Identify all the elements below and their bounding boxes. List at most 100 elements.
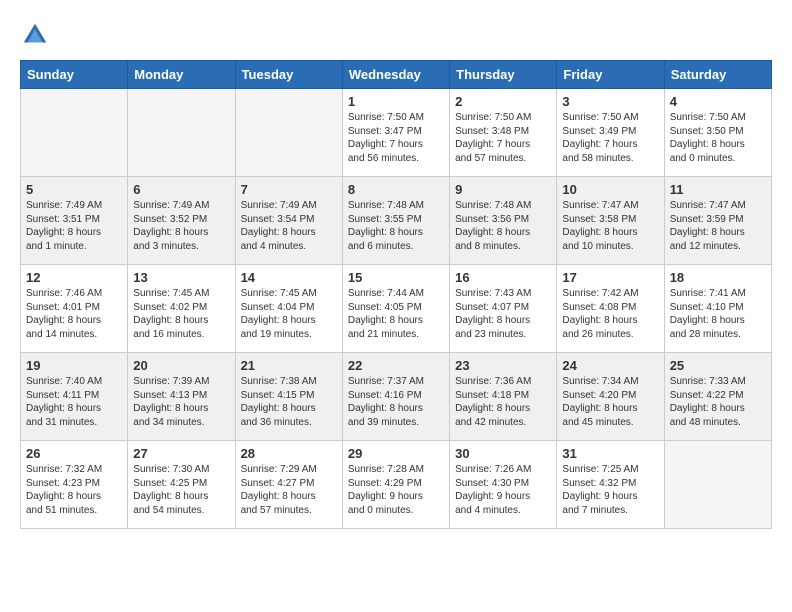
page: SundayMondayTuesdayWednesdayThursdayFrid… xyxy=(0,0,792,539)
logo xyxy=(20,20,54,50)
calendar-cell: 18 Sunrise: 7:41 AM Sunset: 4:10 PM Dayli… xyxy=(664,265,771,353)
day-info: Sunrise: 7:50 AM Sunset: 3:47 PM Dayligh… xyxy=(348,111,444,165)
calendar-cell: 2Sunrise: 7:50 AM Sunset: 3:48 PM Daylig… xyxy=(450,89,557,177)
calendar-cell: 8Sunrise: 7:48 AM Sunset: 3:55 PM Daylig… xyxy=(342,177,449,265)
day-number: 27 xyxy=(133,446,229,461)
calendar-header-row: SundayMondayTuesdayWednesdayThursdayFrid… xyxy=(21,61,772,89)
day-number: 17 xyxy=(562,270,658,285)
calendar: SundayMondayTuesdayWednesdayThursdayFrid… xyxy=(20,60,772,529)
day-number: 5 xyxy=(26,182,122,197)
day-number: 7 xyxy=(241,182,337,197)
day-number: 20 xyxy=(133,358,229,373)
calendar-cell: 3 Sunrise: 7:50 AM Sunset: 3:49 PM Daylig… xyxy=(557,89,664,177)
calendar-cell: 27 Sunrise: 7:30 AM Sunset: 4:25 PM Dayli… xyxy=(128,441,235,529)
day-info: Sunrise: 7:28 AM Sunset: 4:29 PM Dayligh… xyxy=(348,463,444,517)
day-info: Sunrise: 7:40 AM Sunset: 4:11 PM Dayligh… xyxy=(26,375,122,429)
day-info: Sunrise: 7:34 AM Sunset: 4:20 PM Dayligh… xyxy=(562,375,658,429)
day-info: Sunrise: 7:26 AM Sunset: 4:30 PM Dayligh… xyxy=(455,463,551,517)
calendar-cell: 23Sunrise: 7:36 AM Sunset: 4:18 PM Dayli… xyxy=(450,353,557,441)
day-info: Sunrise: 7:47 AM Sunset: 3:59 PM Dayligh… xyxy=(670,199,766,253)
calendar-cell: 16 Sunrise: 7:43 AM Sunset: 4:07 PM Dayli… xyxy=(450,265,557,353)
day-number: 10 xyxy=(562,182,658,197)
calendar-cell: 11 Sunrise: 7:47 AM Sunset: 3:59 PM Dayli… xyxy=(664,177,771,265)
day-number: 22 xyxy=(348,358,444,373)
day-info: Sunrise: 7:50 AM Sunset: 3:49 PM Dayligh… xyxy=(562,111,658,165)
day-info: Sunrise: 7:44 AM Sunset: 4:05 PM Dayligh… xyxy=(348,287,444,341)
calendar-header-monday: Monday xyxy=(128,61,235,89)
calendar-header-sunday: Sunday xyxy=(21,61,128,89)
calendar-cell: 17 Sunrise: 7:42 AM Sunset: 4:08 PM Dayli… xyxy=(557,265,664,353)
calendar-cell: 13Sunrise: 7:45 AM Sunset: 4:02 PM Dayli… xyxy=(128,265,235,353)
calendar-cell xyxy=(235,89,342,177)
calendar-cell: 20 Sunrise: 7:39 AM Sunset: 4:13 PM Dayli… xyxy=(128,353,235,441)
day-info: Sunrise: 7:45 AM Sunset: 4:02 PM Dayligh… xyxy=(133,287,229,341)
day-number: 30 xyxy=(455,446,551,461)
day-number: 21 xyxy=(241,358,337,373)
calendar-week-2: 12 Sunrise: 7:46 AM Sunset: 4:01 PM Dayli… xyxy=(21,265,772,353)
calendar-cell: 31Sunrise: 7:25 AM Sunset: 4:32 PM Dayli… xyxy=(557,441,664,529)
header xyxy=(20,20,772,50)
day-info: Sunrise: 7:33 AM Sunset: 4:22 PM Dayligh… xyxy=(670,375,766,429)
day-number: 29 xyxy=(348,446,444,461)
day-info: Sunrise: 7:45 AM Sunset: 4:04 PM Dayligh… xyxy=(241,287,337,341)
day-info: Sunrise: 7:48 AM Sunset: 3:56 PM Dayligh… xyxy=(455,199,551,253)
calendar-header-tuesday: Tuesday xyxy=(235,61,342,89)
day-number: 12 xyxy=(26,270,122,285)
day-info: Sunrise: 7:39 AM Sunset: 4:13 PM Dayligh… xyxy=(133,375,229,429)
day-info: Sunrise: 7:43 AM Sunset: 4:07 PM Dayligh… xyxy=(455,287,551,341)
day-info: Sunrise: 7:30 AM Sunset: 4:25 PM Dayligh… xyxy=(133,463,229,517)
day-info: Sunrise: 7:32 AM Sunset: 4:23 PM Dayligh… xyxy=(26,463,122,517)
day-number: 31 xyxy=(562,446,658,461)
calendar-cell: 1 Sunrise: 7:50 AM Sunset: 3:47 PM Daylig… xyxy=(342,89,449,177)
calendar-cell: 30 Sunrise: 7:26 AM Sunset: 4:30 PM Dayli… xyxy=(450,441,557,529)
calendar-cell: 10Sunrise: 7:47 AM Sunset: 3:58 PM Dayli… xyxy=(557,177,664,265)
day-info: Sunrise: 7:48 AM Sunset: 3:55 PM Dayligh… xyxy=(348,199,444,253)
calendar-header-saturday: Saturday xyxy=(664,61,771,89)
calendar-cell: 7Sunrise: 7:49 AM Sunset: 3:54 PM Daylig… xyxy=(235,177,342,265)
day-info: Sunrise: 7:46 AM Sunset: 4:01 PM Dayligh… xyxy=(26,287,122,341)
calendar-cell: 26Sunrise: 7:32 AM Sunset: 4:23 PM Dayli… xyxy=(21,441,128,529)
day-info: Sunrise: 7:37 AM Sunset: 4:16 PM Dayligh… xyxy=(348,375,444,429)
calendar-cell: 19 Sunrise: 7:40 AM Sunset: 4:11 PM Dayli… xyxy=(21,353,128,441)
calendar-header-friday: Friday xyxy=(557,61,664,89)
calendar-week-0: 1 Sunrise: 7:50 AM Sunset: 3:47 PM Daylig… xyxy=(21,89,772,177)
day-number: 6 xyxy=(133,182,229,197)
day-number: 9 xyxy=(455,182,551,197)
calendar-cell: 22 Sunrise: 7:37 AM Sunset: 4:16 PM Dayli… xyxy=(342,353,449,441)
day-number: 14 xyxy=(241,270,337,285)
day-info: Sunrise: 7:42 AM Sunset: 4:08 PM Dayligh… xyxy=(562,287,658,341)
calendar-cell: 15 Sunrise: 7:44 AM Sunset: 4:05 PM Dayli… xyxy=(342,265,449,353)
calendar-cell: 21 Sunrise: 7:38 AM Sunset: 4:15 PM Dayli… xyxy=(235,353,342,441)
calendar-cell: 25 Sunrise: 7:33 AM Sunset: 4:22 PM Dayli… xyxy=(664,353,771,441)
day-number: 1 xyxy=(348,94,444,109)
day-info: Sunrise: 7:38 AM Sunset: 4:15 PM Dayligh… xyxy=(241,375,337,429)
day-number: 18 xyxy=(670,270,766,285)
day-number: 4 xyxy=(670,94,766,109)
calendar-cell: 5 Sunrise: 7:49 AM Sunset: 3:51 PM Daylig… xyxy=(21,177,128,265)
day-number: 2 xyxy=(455,94,551,109)
day-number: 11 xyxy=(670,182,766,197)
calendar-header-wednesday: Wednesday xyxy=(342,61,449,89)
day-number: 28 xyxy=(241,446,337,461)
day-info: Sunrise: 7:41 AM Sunset: 4:10 PM Dayligh… xyxy=(670,287,766,341)
day-number: 25 xyxy=(670,358,766,373)
calendar-week-3: 19 Sunrise: 7:40 AM Sunset: 4:11 PM Dayli… xyxy=(21,353,772,441)
calendar-header-thursday: Thursday xyxy=(450,61,557,89)
day-info: Sunrise: 7:29 AM Sunset: 4:27 PM Dayligh… xyxy=(241,463,337,517)
calendar-week-4: 26Sunrise: 7:32 AM Sunset: 4:23 PM Dayli… xyxy=(21,441,772,529)
day-number: 15 xyxy=(348,270,444,285)
day-number: 16 xyxy=(455,270,551,285)
calendar-week-1: 5 Sunrise: 7:49 AM Sunset: 3:51 PM Daylig… xyxy=(21,177,772,265)
calendar-cell: 9 Sunrise: 7:48 AM Sunset: 3:56 PM Daylig… xyxy=(450,177,557,265)
calendar-cell: 28 Sunrise: 7:29 AM Sunset: 4:27 PM Dayli… xyxy=(235,441,342,529)
day-number: 19 xyxy=(26,358,122,373)
calendar-cell: 12 Sunrise: 7:46 AM Sunset: 4:01 PM Dayli… xyxy=(21,265,128,353)
day-info: Sunrise: 7:36 AM Sunset: 4:18 PM Dayligh… xyxy=(455,375,551,429)
calendar-cell xyxy=(21,89,128,177)
day-info: Sunrise: 7:49 AM Sunset: 3:51 PM Dayligh… xyxy=(26,199,122,253)
logo-icon xyxy=(20,20,50,50)
day-number: 24 xyxy=(562,358,658,373)
calendar-cell xyxy=(664,441,771,529)
day-number: 3 xyxy=(562,94,658,109)
calendar-cell: 14 Sunrise: 7:45 AM Sunset: 4:04 PM Dayli… xyxy=(235,265,342,353)
